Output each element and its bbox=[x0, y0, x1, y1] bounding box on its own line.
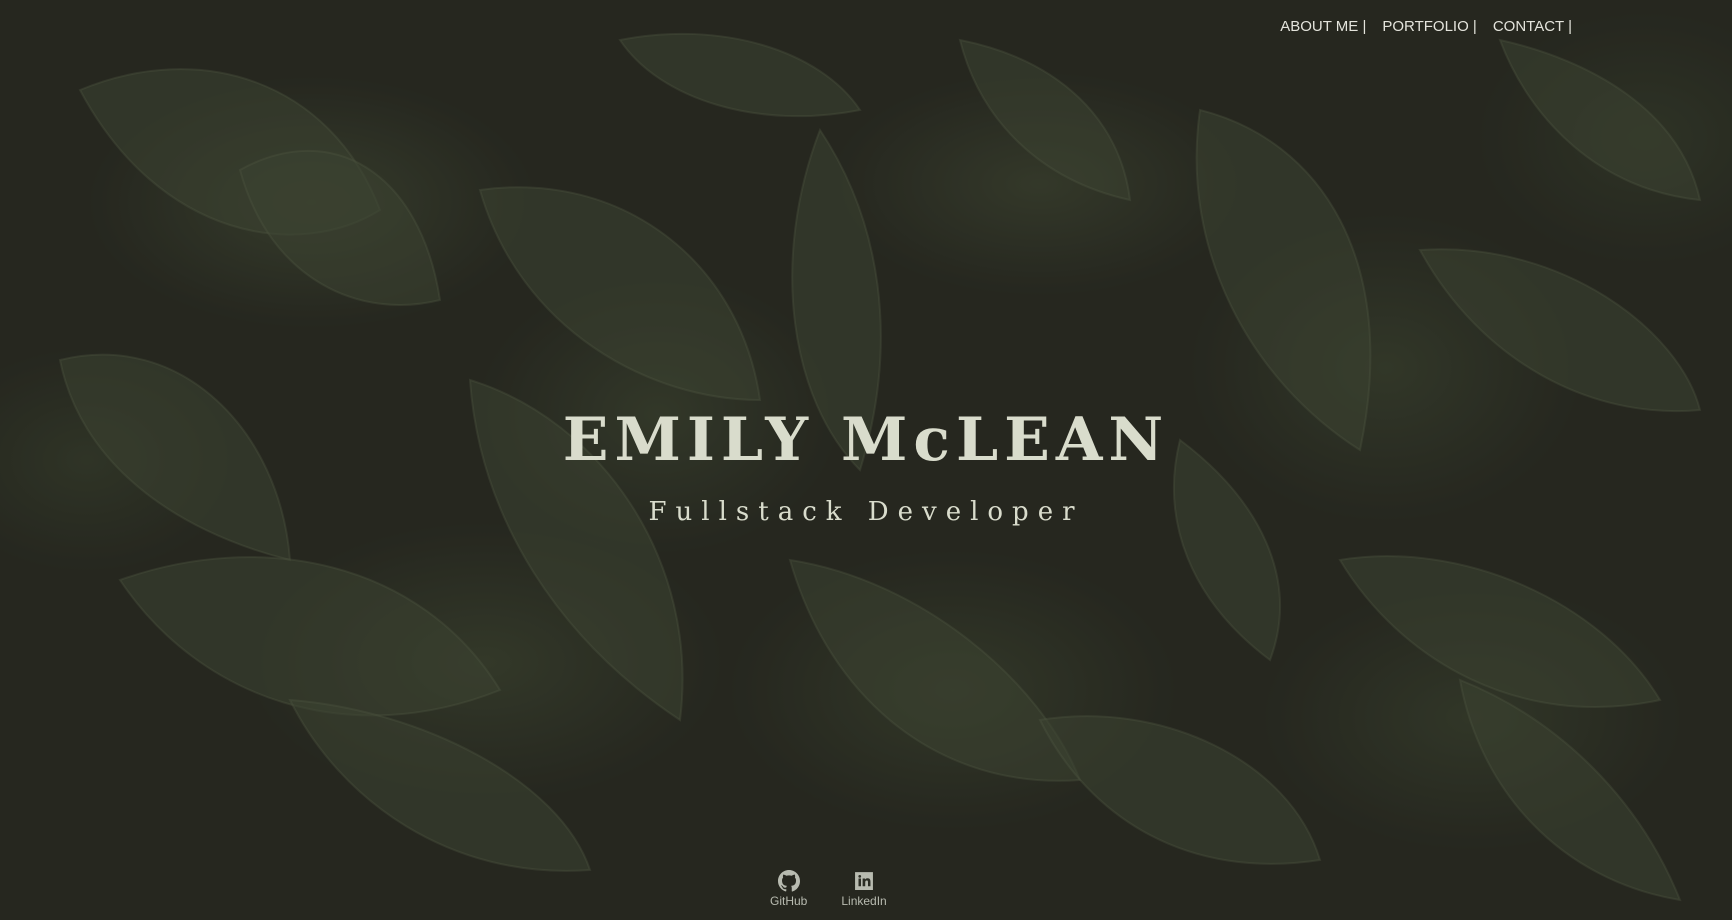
hero-role: Fullstack Developer bbox=[648, 497, 1084, 527]
nav-about-me[interactable]: ABOUT ME | bbox=[1280, 18, 1366, 35]
github-label: GitHub bbox=[770, 894, 808, 908]
hero-background: ABOUT ME | PORTFOLIO | CONTACT | EMILY M… bbox=[0, 0, 1732, 920]
linkedin-link[interactable]: LinkedIn bbox=[841, 870, 887, 908]
nav-portfolio[interactable]: PORTFOLIO | bbox=[1382, 18, 1476, 35]
linkedin-icon bbox=[855, 872, 873, 890]
linkedin-label: LinkedIn bbox=[841, 894, 887, 908]
social-links: GitHub LinkedIn bbox=[770, 870, 887, 908]
github-icon bbox=[777, 870, 800, 892]
top-nav: ABOUT ME | PORTFOLIO | CONTACT | bbox=[1280, 18, 1572, 35]
hero-title-block: EMILY McLEAN Fullstack Developer bbox=[0, 402, 1732, 528]
github-link[interactable]: GitHub bbox=[770, 870, 807, 908]
hero-name: EMILY McLEAN bbox=[562, 405, 1170, 475]
nav-contact[interactable]: CONTACT | bbox=[1493, 18, 1572, 35]
